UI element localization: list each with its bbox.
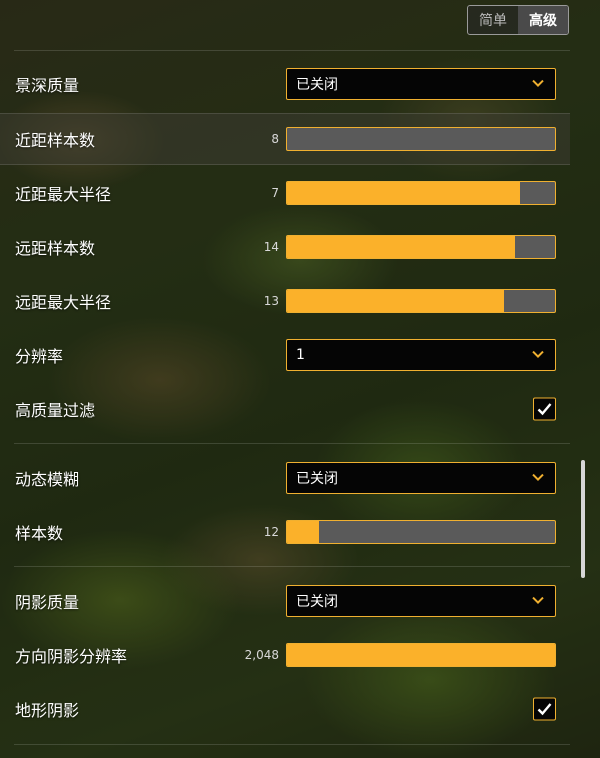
setting-label: 样本数 — [15, 524, 64, 543]
setting-row-far-samples: 远距样本数 14 — [0, 221, 570, 273]
checkmark-icon — [537, 703, 552, 716]
setting-label: 高质量过滤 — [15, 401, 96, 420]
slider-fill — [287, 182, 521, 204]
slider-fill — [287, 644, 555, 666]
advanced-mode-tab[interactable]: 高级 — [518, 6, 568, 34]
chevron-down-icon — [532, 350, 544, 359]
setting-row-dof-quality: 景深质量 已关闭 — [0, 58, 570, 110]
dropdown-value: 已关闭 — [296, 594, 338, 610]
resolution-dropdown[interactable]: 1 — [286, 339, 556, 371]
dropdown-value: 1 — [296, 347, 305, 363]
far-max-radius-slider[interactable] — [286, 289, 556, 313]
chevron-down-icon — [532, 596, 544, 605]
chevron-down-icon — [532, 79, 544, 88]
terrain-shadows-checkbox[interactable] — [533, 697, 556, 721]
dropdown-value: 已关闭 — [296, 77, 338, 93]
slider-value: 2,048 — [244, 648, 279, 662]
divider — [14, 744, 570, 745]
checkmark-icon — [537, 403, 552, 416]
slider-fill — [287, 521, 320, 543]
setting-label: 分辨率 — [15, 347, 64, 366]
hq-filter-checkbox[interactable] — [533, 397, 556, 421]
dropdown-value: 已关闭 — [296, 471, 338, 487]
setting-label: 方向阴影分辨率 — [15, 647, 128, 666]
setting-row-near-samples: 近距样本数 8 — [0, 113, 570, 165]
slider-value: 14 — [263, 240, 279, 254]
divider — [14, 566, 570, 567]
sample-count-slider[interactable] — [286, 520, 556, 544]
simple-mode-tab[interactable]: 简单 — [468, 6, 518, 34]
slider-value: 13 — [263, 294, 279, 308]
setting-row-sample-count: 样本数 12 — [0, 506, 570, 558]
motion-blur-dropdown[interactable]: 已关闭 — [286, 462, 556, 494]
chevron-down-icon — [532, 473, 544, 482]
divider — [14, 443, 570, 444]
shadow-quality-dropdown[interactable]: 已关闭 — [286, 585, 556, 617]
setting-row-terrain-shadows: 地形阴影 — [0, 683, 570, 735]
scrollbar[interactable] — [581, 460, 585, 578]
setting-row-dir-shadow-res: 方向阴影分辨率 2,048 — [0, 629, 570, 681]
setting-label: 近距最大半径 — [15, 185, 112, 204]
setting-label: 景深质量 — [15, 76, 80, 95]
setting-label: 地形阴影 — [15, 701, 80, 720]
divider — [14, 50, 570, 51]
slider-value: 12 — [263, 525, 279, 539]
slider-value: 7 — [271, 186, 279, 200]
near-samples-slider[interactable] — [286, 127, 556, 151]
dir-shadow-res-slider[interactable] — [286, 643, 556, 667]
setting-label: 阴影质量 — [15, 593, 80, 612]
setting-row-shadow-quality: 阴影质量 已关闭 — [0, 575, 570, 627]
far-samples-slider[interactable] — [286, 235, 556, 259]
setting-label: 远距样本数 — [15, 239, 96, 258]
setting-label: 近距样本数 — [15, 131, 96, 150]
setting-label: 远距最大半径 — [15, 293, 112, 312]
setting-label: 动态模糊 — [15, 470, 80, 489]
slider-value: 8 — [271, 132, 279, 146]
dof-quality-dropdown[interactable]: 已关闭 — [286, 68, 556, 100]
slider-fill — [287, 236, 515, 258]
slider-fill — [287, 290, 505, 312]
setting-row-far-max-radius: 远距最大半径 13 — [0, 275, 570, 327]
setting-row-hq-filter: 高质量过滤 — [0, 383, 570, 435]
setting-row-resolution: 分辨率 1 — [0, 329, 570, 381]
near-max-radius-slider[interactable] — [286, 181, 556, 205]
setting-row-near-max-radius: 近距最大半径 7 — [0, 167, 570, 219]
setting-row-motion-blur: 动态模糊 已关闭 — [0, 452, 570, 504]
mode-switch: 简单 高级 — [467, 5, 569, 35]
